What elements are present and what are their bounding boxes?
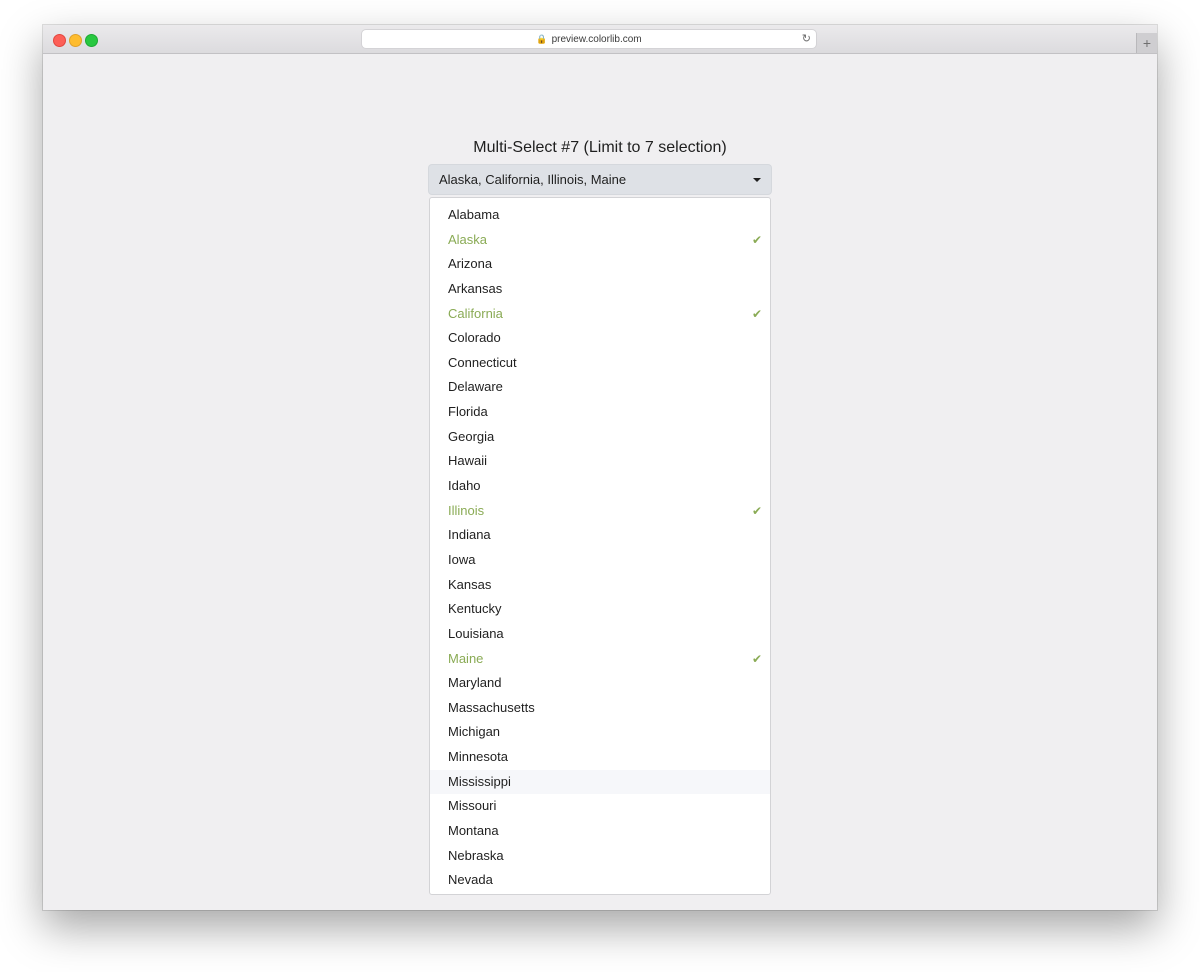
option-item[interactable]: Massachusetts xyxy=(430,696,770,721)
option-label: Mississippi xyxy=(448,773,511,789)
option-label: Delaware xyxy=(448,379,503,395)
option-item[interactable]: Hawaii xyxy=(430,449,770,474)
option-label: Connecticut xyxy=(448,354,517,370)
option-item[interactable]: Connecticut xyxy=(430,351,770,376)
address-bar[interactable]: 🔒 preview.colorlib.com ↻ xyxy=(362,30,816,48)
option-item[interactable]: Maine ✔ xyxy=(430,647,770,672)
option-label: Hawaii xyxy=(448,453,488,469)
option-label: Alabama xyxy=(448,207,500,222)
check-icon: ✔ xyxy=(751,503,762,518)
option-label: Kentucky xyxy=(448,601,502,617)
option-label: Colorado xyxy=(448,330,501,346)
option-label: Michigan xyxy=(448,724,501,740)
option-label: Iowa xyxy=(448,551,476,567)
maximize-window-button[interactable] xyxy=(85,34,98,47)
option-label: Missouri xyxy=(448,798,497,814)
new-tab-button[interactable]: + xyxy=(1136,33,1157,53)
option-item[interactable]: California ✔ xyxy=(430,302,770,327)
option-item[interactable]: Maryland xyxy=(430,671,770,696)
check-icon: ✔ xyxy=(751,306,762,321)
option-item[interactable]: Illinois ✔ xyxy=(430,499,770,524)
minimize-window-button[interactable] xyxy=(69,34,82,47)
option-label: Arkansas xyxy=(448,280,503,296)
option-label: Illinois xyxy=(448,502,485,518)
option-label: Louisiana xyxy=(448,625,504,641)
option-item[interactable]: Michigan xyxy=(430,720,770,745)
option-item[interactable]: Alaska ✔ xyxy=(430,228,770,253)
option-item[interactable]: Montana xyxy=(430,819,770,844)
option-label: Nebraska xyxy=(448,847,504,863)
option-label: Massachusetts xyxy=(448,699,535,715)
option-item[interactable]: Indiana xyxy=(430,523,770,548)
option-label: Maine xyxy=(448,650,484,666)
option-item[interactable]: Delaware xyxy=(430,375,770,400)
multi-select-box[interactable]: Alaska, California, Illinois, Maine xyxy=(429,165,771,194)
option-item[interactable]: Nevada xyxy=(430,868,770,893)
option-item[interactable]: Mississippi xyxy=(430,769,770,795)
option-label: Alaska xyxy=(448,231,488,247)
option-label: Maryland xyxy=(448,675,502,691)
page-title: Multi-Select #7 (Limit to 7 selection) xyxy=(473,139,727,156)
options-dropdown: Alabama Alaska ✔ Arizona Arkansas California ✔… xyxy=(429,197,771,895)
option-item[interactable]: Georgia xyxy=(430,425,770,450)
option-label: California xyxy=(448,305,503,321)
caret-down-icon xyxy=(753,178,761,182)
option-item[interactable]: Arkansas xyxy=(430,277,770,302)
check-icon: ✔ xyxy=(751,232,762,247)
option-item[interactable]: Idaho xyxy=(430,474,770,499)
reload-icon[interactable]: ↻ xyxy=(802,32,811,45)
option-item[interactable]: Missouri xyxy=(430,794,770,819)
browser-titlebar: 🔒 preview.colorlib.com ↻ + xyxy=(43,25,1157,54)
option-item[interactable]: Louisiana xyxy=(430,622,770,647)
option-item[interactable]: Colorado xyxy=(430,326,770,351)
option-label: Kansas xyxy=(448,576,492,592)
browser-window: 🔒 preview.colorlib.com ↻ + Multi-Select … xyxy=(43,25,1157,910)
option-label: Arizona xyxy=(448,256,493,272)
option-label: Georgia xyxy=(448,428,495,444)
option-label: Nevada xyxy=(448,872,493,888)
option-item[interactable]: Nebraska xyxy=(430,844,770,869)
option-item[interactable]: Florida xyxy=(430,400,770,425)
option-item[interactable]: Minnesota xyxy=(430,745,770,770)
close-window-button[interactable] xyxy=(53,34,66,47)
option-label: Indiana xyxy=(448,527,491,543)
lock-icon: 🔒 xyxy=(536,33,548,44)
selected-values: Alaska, California, Illinois, Maine xyxy=(439,172,627,187)
option-label: Florida xyxy=(448,404,488,420)
option-label: Minnesota xyxy=(448,749,508,765)
option-label: Idaho xyxy=(448,478,481,494)
url-text: preview.colorlib.com xyxy=(551,33,642,45)
option-item[interactable]: Iowa xyxy=(430,548,770,573)
option-item[interactable]: Alabama xyxy=(430,203,770,228)
option-item[interactable]: Kentucky xyxy=(430,597,770,622)
check-icon: ✔ xyxy=(751,651,762,666)
option-item[interactable]: Kansas xyxy=(430,573,770,598)
option-item[interactable]: Arizona xyxy=(430,252,770,277)
option-label: Montana xyxy=(448,823,499,839)
